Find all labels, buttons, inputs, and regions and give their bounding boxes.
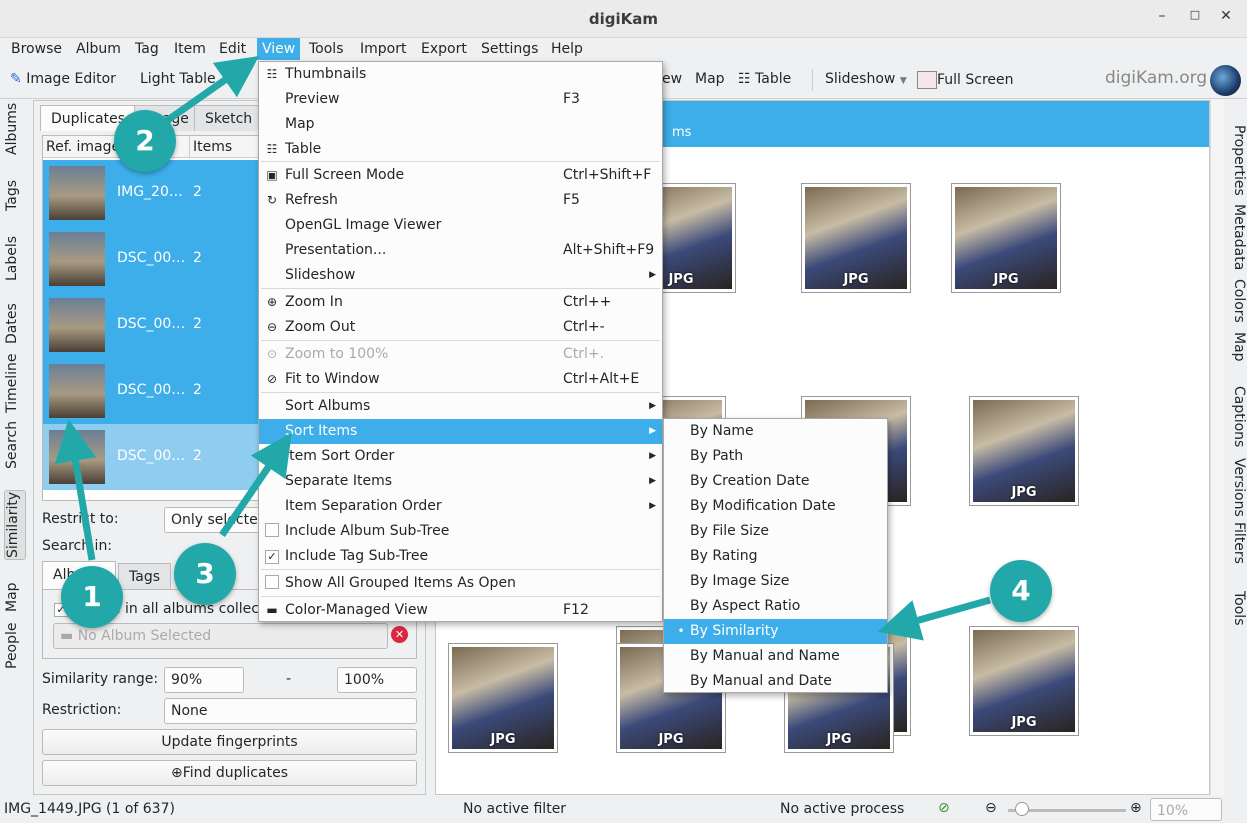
arrow-4 [877,596,991,641]
annotation-badge-2: 2 [114,110,176,172]
annotation-arrows [54,55,991,641]
arrow-2 [162,55,260,125]
arrow-1 [54,419,97,561]
annotation-badge-1: 1 [61,566,123,628]
annotation-badge-4: 4 [990,560,1052,622]
annotation-badge-3: 3 [174,543,236,605]
arrow-3 [219,432,292,537]
